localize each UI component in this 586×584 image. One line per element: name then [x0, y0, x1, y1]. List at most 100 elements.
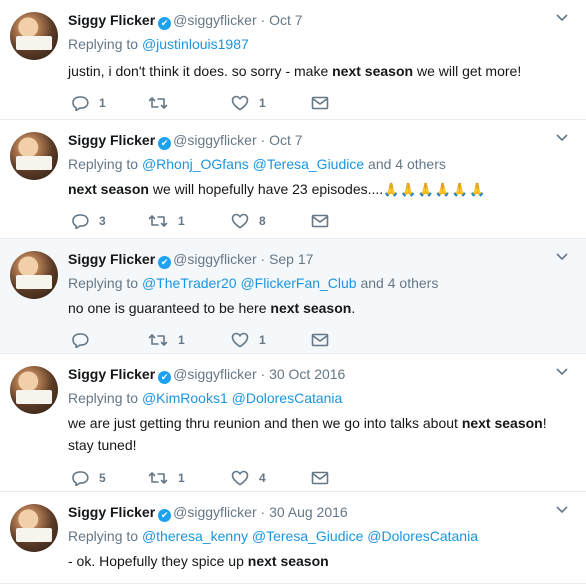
message-button[interactable]: [311, 211, 329, 231]
author-name[interactable]: Siggy Flicker: [68, 251, 155, 267]
retweet-button[interactable]: 1: [148, 330, 185, 350]
like-button[interactable]: 8: [231, 211, 266, 231]
message-button[interactable]: [311, 93, 329, 113]
like-icon: [231, 470, 249, 486]
chevron-down-icon[interactable]: [556, 502, 568, 517]
retweet-count: 1: [178, 214, 185, 228]
search-highlight: next season: [247, 553, 329, 569]
mention-link[interactable]: @DoloresCatania: [367, 528, 478, 544]
avatar-book-cover: [16, 275, 52, 289]
tweet-feed: Siggy Flicker ✔ @siggyflicker · Oct 7 Reply…: [0, 0, 586, 584]
retweet-button[interactable]: [148, 93, 178, 113]
mention-link[interactable]: @Teresa_Giudice: [252, 528, 364, 544]
message-icon: [311, 96, 329, 110]
mention-link[interactable]: @Rhonj_OGfans: [142, 156, 249, 172]
chevron-down-icon[interactable]: [556, 249, 568, 264]
tweet-date[interactable]: Sep 17: [269, 251, 313, 267]
message-button[interactable]: [311, 468, 329, 488]
separator-dot: ·: [256, 132, 270, 148]
chevron-down-icon[interactable]: [556, 130, 568, 145]
tweet-header: Siggy Flicker ✔ @siggyflicker · Oct 7: [68, 11, 303, 30]
tweet[interactable]: Siggy Flicker ✔ @siggyflicker · Oct 7 Reply…: [0, 120, 586, 239]
like-count: 8: [259, 214, 266, 228]
retweet-count: 1: [178, 471, 185, 485]
author-handle[interactable]: @siggyflicker: [173, 251, 256, 267]
retweet-button[interactable]: 1: [148, 211, 185, 231]
reply-button[interactable]: [71, 330, 99, 350]
mention-link[interactable]: @DoloresCatania: [232, 390, 343, 406]
replying-to-label: Replying to: [68, 275, 139, 291]
like-button[interactable]: 1: [231, 93, 266, 113]
chevron-down-icon[interactable]: [556, 10, 568, 25]
replying-to: Replying to @TheTrader20 @FlickerFan_Clu…: [68, 274, 438, 292]
tweet-actions: 5 1 4: [71, 468, 371, 488]
tweet[interactable]: Siggy Flicker ✔ @siggyflicker · Sep 17 Repl…: [0, 239, 586, 354]
tweet-text-after: we will hopefully have 23 episodes....: [148, 181, 384, 197]
reply-button[interactable]: 5: [71, 468, 106, 488]
mention-link[interactable]: @FlickerFan_Club: [240, 275, 356, 291]
avatar-book-cover: [16, 156, 52, 170]
reply-icon: [71, 213, 89, 229]
mention-link[interactable]: @theresa_kenny: [142, 528, 248, 544]
replying-to-label: Replying to: [68, 528, 139, 544]
replying-more[interactable]: and 4 others: [368, 156, 446, 172]
mention-link[interactable]: @justinlouis1987: [142, 36, 249, 52]
mention-link[interactable]: @Teresa_Giudice: [253, 156, 365, 172]
author-name[interactable]: Siggy Flicker: [68, 366, 155, 382]
avatar-book-cover: [16, 36, 52, 50]
tweet[interactable]: Siggy Flicker ✔ @siggyflicker · 30 Aug 201…: [0, 492, 586, 584]
tweet-date[interactable]: 30 Oct 2016: [269, 366, 345, 382]
retweet-button[interactable]: 1: [148, 468, 185, 488]
tweet-header: Siggy Flicker ✔ @siggyflicker · Sep 17: [68, 250, 313, 269]
mention-link[interactable]: @TheTrader20: [142, 275, 237, 291]
tweet-date[interactable]: 30 Aug 2016: [269, 504, 348, 520]
tweet-date[interactable]: Oct 7: [269, 12, 302, 28]
like-button[interactable]: 1: [231, 330, 266, 350]
author-name[interactable]: Siggy Flicker: [68, 132, 155, 148]
message-icon: [311, 471, 329, 485]
avatar[interactable]: [10, 504, 58, 552]
author-handle[interactable]: @siggyflicker: [173, 366, 256, 382]
author-name[interactable]: Siggy Flicker: [68, 504, 155, 520]
search-highlight: next season: [332, 63, 414, 79]
author-handle[interactable]: @siggyflicker: [173, 12, 256, 28]
reply-count: 5: [99, 471, 106, 485]
reply-button[interactable]: 3: [71, 211, 106, 231]
tweet[interactable]: Siggy Flicker ✔ @siggyflicker · Oct 7 Reply…: [0, 0, 586, 120]
verified-badge-icon: ✔: [158, 509, 172, 522]
reply-button[interactable]: 1: [71, 93, 106, 113]
author-handle[interactable]: @siggyflicker: [173, 132, 256, 148]
verified-badge-icon: ✔: [158, 137, 172, 150]
avatar[interactable]: [10, 132, 58, 180]
author-handle[interactable]: @siggyflicker: [173, 504, 256, 520]
replying-more[interactable]: and 4 others: [360, 275, 438, 291]
avatar-book-cover: [16, 390, 52, 404]
separator-dot: ·: [256, 12, 270, 28]
avatar-book-cover: [16, 528, 52, 542]
replying-to-label: Replying to: [68, 36, 139, 52]
tweet-header: Siggy Flicker ✔ @siggyflicker · 30 Oct 201…: [68, 365, 345, 384]
praying-hands-emoji: 🙏🙏🙏🙏🙏🙏: [383, 182, 487, 197]
tweet-text-after: we will get more!: [413, 63, 522, 79]
like-count: 1: [259, 333, 266, 347]
like-button[interactable]: 4: [231, 468, 266, 488]
separator-dot: ·: [256, 251, 270, 267]
reply-icon: [71, 332, 89, 348]
tweet-text: we are just getting thru reunion and the…: [68, 412, 554, 456]
author-name[interactable]: Siggy Flicker: [68, 12, 155, 28]
tweet-date[interactable]: Oct 7: [269, 132, 302, 148]
avatar[interactable]: [10, 12, 58, 60]
avatar[interactable]: [10, 251, 58, 299]
message-button[interactable]: [311, 330, 329, 350]
tweet[interactable]: Siggy Flicker ✔ @siggyflicker · 30 Oct 201…: [0, 354, 586, 492]
tweet-text-before: justin, i don't think it does. so sorry …: [68, 63, 333, 79]
retweet-icon: [148, 213, 168, 229]
retweet-icon: [148, 332, 168, 348]
message-icon: [311, 333, 329, 347]
avatar[interactable]: [10, 366, 58, 414]
search-highlight: next season: [270, 300, 352, 316]
retweet-icon: [148, 95, 168, 111]
reply-count: 1: [99, 96, 106, 110]
mention-link[interactable]: @KimRooks1: [142, 390, 228, 406]
chevron-down-icon[interactable]: [556, 364, 568, 379]
